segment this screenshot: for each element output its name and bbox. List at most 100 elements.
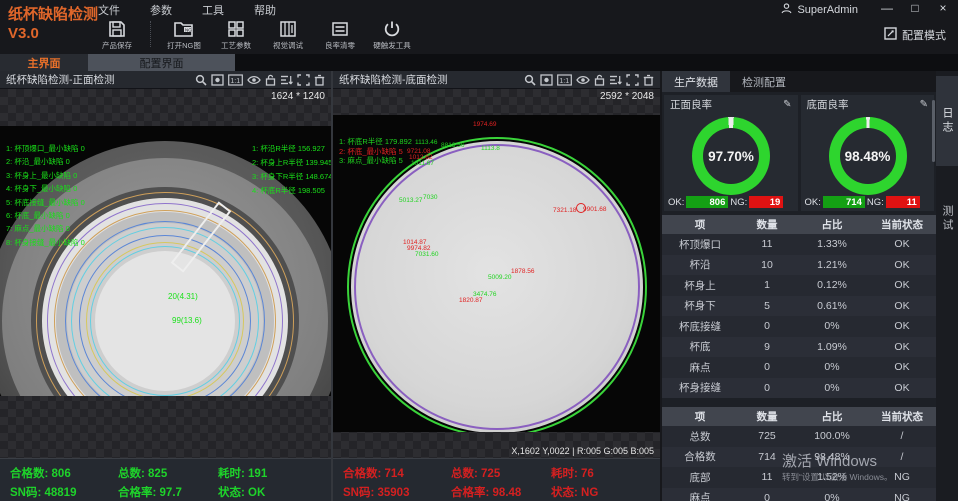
- zoom-icon[interactable]: [524, 74, 536, 86]
- front-view-canvas[interactable]: 1624 * 1240: [0, 89, 331, 458]
- annotation-item: 2: 杯底_最小缺陷 5: [339, 147, 412, 157]
- table-row[interactable]: 杯沿101.21%OK: [662, 255, 936, 276]
- yield-reset-button[interactable]: 良率清零: [321, 19, 359, 51]
- close-button[interactable]: ×: [936, 1, 950, 15]
- trigger-tool-button[interactable]: 硬触发工具: [373, 19, 411, 51]
- col-state: 当前状态: [868, 215, 936, 234]
- defect-label: 1113.46: [415, 139, 438, 146]
- annotation-item: 8: 杯身接缝_最小缺陷 0: [6, 236, 85, 249]
- menu-params[interactable]: 参数: [150, 2, 172, 18]
- delete-icon[interactable]: [314, 74, 325, 86]
- user-account[interactable]: SuperAdmin: [781, 3, 858, 17]
- edit-pencil-icon[interactable]: ✎: [783, 99, 791, 110]
- bottom-yield-title: 底面良率: [807, 97, 849, 112]
- tab-production-data[interactable]: 生产数据: [662, 71, 730, 92]
- pixel-readout: X,1602 Y,0022 | R:005 G:005 B:005: [511, 446, 654, 456]
- svg-text:NG: NG: [185, 27, 192, 32]
- minimize-button[interactable]: —: [880, 1, 894, 15]
- table-row[interactable]: 合格数71498.48%/: [662, 447, 936, 468]
- defect-label: 1820.87: [459, 297, 483, 304]
- annotation-item: 1: 杯顶爆口_最小缺陷 0: [6, 142, 85, 155]
- yield-reset-icon: [330, 19, 350, 39]
- bottom-annotation-list: 1: 杯底R半径 179.892 2: 杯底_最小缺陷 5 3: 麻点_最小缺陷…: [339, 137, 412, 166]
- toolbar-separator: [150, 21, 151, 47]
- zoom-icon[interactable]: [195, 74, 207, 86]
- bottom-total-count: 总数: 725: [451, 465, 500, 481]
- one-to-one-icon[interactable]: 1:1: [557, 74, 572, 86]
- defect-label: 1011.67: [411, 160, 434, 167]
- sidebar-scrollbar[interactable]: [932, 100, 935, 162]
- front-status-bar: 合格数: 806 总数: 825 耗时: 191 SN码: 48819 合格率:…: [0, 458, 331, 501]
- tab-inspection-config[interactable]: 检测配置: [730, 71, 798, 92]
- defect-label: 1113.8: [481, 145, 500, 152]
- col-item: 项: [662, 407, 738, 426]
- eye-icon[interactable]: [247, 74, 261, 86]
- bottom-pass-rate: 合格率: 98.48: [451, 484, 521, 500]
- layers-sort-icon[interactable]: [280, 74, 293, 86]
- defect-label: 7321.18: [553, 207, 577, 214]
- bottom-status-bar: 合格数: 714 总数: 725 耗时: 76 SN码: 35903 合格率: …: [333, 458, 660, 501]
- main-tabrow: 主界面 配置界面: [0, 54, 958, 71]
- table-row[interactable]: 麻点00%OK: [662, 357, 936, 378]
- fit-view-icon[interactable]: [211, 74, 224, 86]
- bottom-yield-value: 98.48%: [845, 149, 891, 164]
- ng-label: NG:: [867, 197, 884, 208]
- tab-log[interactable]: 日志: [936, 76, 958, 166]
- process-params-button[interactable]: 工艺参数: [217, 19, 255, 51]
- maximize-button[interactable]: □: [908, 1, 922, 15]
- edit-pencil-icon[interactable]: ✎: [920, 99, 928, 110]
- tab-test[interactable]: 测试: [936, 177, 958, 261]
- menu-help[interactable]: 帮助: [254, 2, 276, 18]
- lock-icon[interactable]: [265, 74, 276, 86]
- front-cycle-time: 耗时: 191: [218, 465, 267, 481]
- table-row[interactable]: 底部111.52%NG: [662, 467, 936, 488]
- defect-label: 8813.56: [441, 142, 465, 149]
- table-row[interactable]: 麻点00%NG: [662, 488, 936, 501]
- front-yield-value: 97.70%: [708, 149, 754, 164]
- bottom-cup-image: 1: 杯底R半径 179.892 2: 杯底_最小缺陷 5 3: 麻点_最小缺陷…: [333, 115, 660, 432]
- front-view-resolution: 1624 * 1240: [271, 91, 325, 102]
- save-icon: [107, 19, 127, 39]
- front-measure-list: 1: 杯沿R半径 156.927 2: 杯身上R半径 139.945 3: 杯身…: [252, 142, 331, 198]
- vision-debug-label: 视觉调试: [273, 40, 303, 51]
- ok-count-bar: 714: [823, 196, 865, 208]
- delete-icon[interactable]: [643, 74, 654, 86]
- config-mode-button[interactable]: 配置模式: [884, 27, 946, 43]
- menu-tools[interactable]: 工具: [202, 2, 224, 18]
- lock-icon[interactable]: [594, 74, 605, 86]
- table-row[interactable]: 杯身下50.61%OK: [662, 296, 936, 317]
- table-row[interactable]: 杯身上10.12%OK: [662, 275, 936, 296]
- vision-debug-button[interactable]: 视觉调试: [269, 19, 307, 51]
- col-state: 当前状态: [868, 407, 936, 426]
- product-save-button[interactable]: 产品保存: [98, 19, 136, 51]
- roi-rect-icon[interactable]: [626, 74, 639, 86]
- menu-file[interactable]: 文件: [98, 2, 120, 18]
- measure-label: 20(4.31): [168, 292, 198, 301]
- bottom-view-title: 纸杯缺陷检测-底面检测: [339, 72, 524, 87]
- tab-config-screen[interactable]: 配置界面: [88, 54, 235, 71]
- roi-rect-icon[interactable]: [297, 74, 310, 86]
- table-row[interactable]: 杯底91.09%OK: [662, 337, 936, 358]
- front-view-panel: 纸杯缺陷检测-正面检测 1:1 1624 * 1240: [0, 71, 331, 501]
- tab-main-screen[interactable]: 主界面: [0, 54, 88, 71]
- one-to-one-icon[interactable]: 1:1: [228, 74, 243, 86]
- fit-view-icon[interactable]: [540, 74, 553, 86]
- defect-label: 1974.69: [473, 121, 497, 128]
- defect-label: 7030: [423, 194, 437, 201]
- open-ng-image-button[interactable]: NG 打开NG图: [165, 19, 203, 51]
- front-view-title: 纸杯缺陷检测-正面检测: [6, 72, 195, 87]
- defect-label: 5013.27: [399, 197, 423, 204]
- trigger-tool-label: 硬触发工具: [373, 40, 411, 51]
- table-row[interactable]: 杯底接缝00%OK: [662, 316, 936, 337]
- table-row[interactable]: 杯身接缝00%OK: [662, 378, 936, 399]
- sidebar-tabs: 生产数据 检测配置: [662, 71, 936, 92]
- bottom-view-canvas[interactable]: 2592 * 2048 1: 杯底R半径 179.892 2: 杯底_最小缺陷 …: [333, 89, 660, 458]
- layers-sort-icon[interactable]: [609, 74, 622, 86]
- bottom-yield-gauge: 98.48%: [829, 117, 907, 195]
- table-row[interactable]: 总数725100.0%/: [662, 426, 936, 447]
- table-row[interactable]: 杯顶爆口111.33%OK: [662, 234, 936, 255]
- defect-label: 5009.20: [488, 274, 512, 281]
- eye-icon[interactable]: [576, 74, 590, 86]
- annotation-item: 3: 麻点_最小缺陷 5: [339, 156, 412, 166]
- measure-item: 1: 杯沿R半径 156.927: [252, 142, 331, 156]
